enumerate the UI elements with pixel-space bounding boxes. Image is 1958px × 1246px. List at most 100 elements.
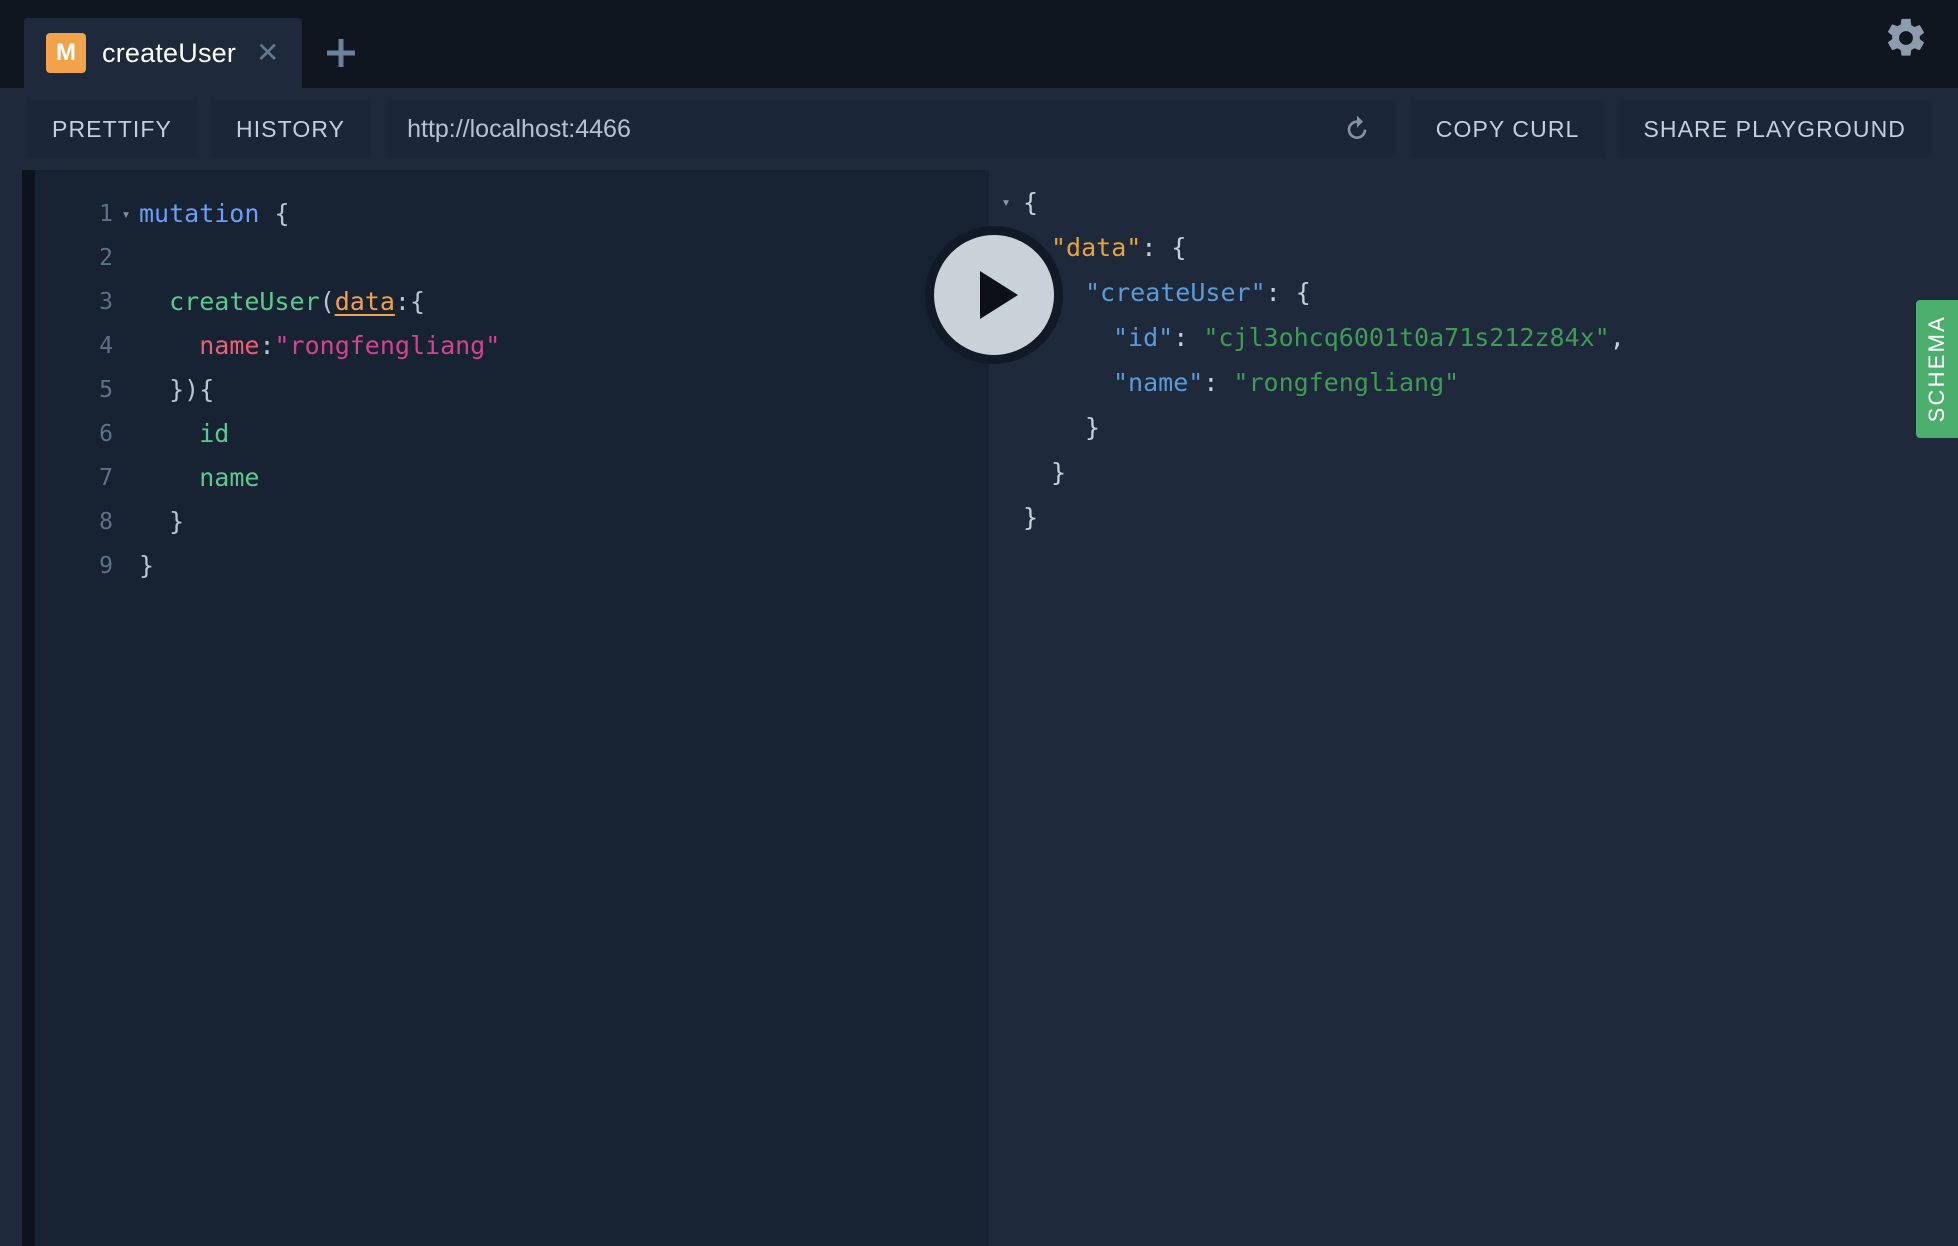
response-line: }	[989, 405, 1958, 450]
editor-line: 6 id	[57, 412, 989, 456]
line-number: 2	[99, 245, 113, 271]
code-token: "rongfengliang"	[274, 331, 501, 360]
code-token: }	[139, 507, 185, 536]
editor-line: 8 }	[57, 500, 989, 544]
tab-createUser[interactable]: M createUser ✕	[24, 18, 302, 88]
code-token: (	[319, 287, 335, 316]
line-content: }	[139, 500, 989, 544]
line-content: }){	[139, 368, 989, 412]
line-number: 6	[99, 421, 113, 447]
graphql-playground-window: M createUser ✕ PRETTIFY HISTORY http://l…	[0, 0, 1958, 1246]
tab-bar: M createUser ✕	[0, 0, 1958, 88]
line-number: 3	[99, 289, 113, 315]
code-token: :	[259, 331, 275, 360]
left-rail	[0, 170, 22, 1246]
reload-schema-button[interactable]	[1340, 112, 1374, 146]
settings-button[interactable]	[1880, 12, 1932, 64]
response-token: }	[1085, 412, 1101, 442]
left-rail-divider	[22, 170, 35, 1246]
line-number: 7	[99, 465, 113, 491]
code-token: mutation	[139, 199, 275, 228]
response-token: "cjl3ohcq6001t0a71s212z84x"	[1203, 322, 1610, 352]
code-token: id	[199, 419, 230, 448]
response-token: }	[1051, 457, 1067, 487]
fold-toggle-icon[interactable]: ▾	[989, 195, 1023, 210]
response-token: "data"	[1051, 232, 1142, 262]
response-token: "rongfengliang"	[1233, 367, 1460, 397]
response-viewer-code: ▾{▾"data": {"createUser": {"id": "cjl3oh…	[989, 170, 1958, 540]
response-token: :	[1173, 322, 1204, 352]
response-line: "id": "cjl3ohcq6001t0a71s212z84x",	[989, 315, 1958, 360]
line-number: 4	[99, 333, 113, 359]
share-playground-button[interactable]: SHARE PLAYGROUND	[1617, 100, 1932, 158]
code-token: createUser	[169, 287, 320, 316]
schema-tab-button[interactable]: SCHEMA	[1916, 300, 1958, 438]
reload-icon	[1347, 115, 1367, 139]
play-icon	[980, 271, 1018, 319]
code-token: {	[274, 199, 290, 228]
toolbar-right-group: COPY CURL SHARE PLAYGROUND	[1409, 100, 1932, 158]
toolbar: PRETTIFY HISTORY COPY CURL SHARE PLAYGRO…	[0, 88, 1958, 170]
response-line: ▾"data": {	[989, 225, 1958, 270]
plus-icon	[326, 39, 355, 67]
response-line: }	[989, 450, 1958, 495]
endpoint-url-field[interactable]	[385, 100, 1396, 158]
response-token: "id"	[1113, 322, 1174, 352]
close-icon[interactable]: ✕	[256, 39, 279, 67]
gear-icon	[1888, 18, 1924, 56]
editor-line: 2	[57, 236, 989, 280]
execute-query-button[interactable]	[925, 226, 1063, 364]
editor-line: 3 createUser(data:{	[57, 280, 989, 324]
response-token: : {	[1265, 277, 1311, 307]
response-token: ,	[1609, 322, 1625, 352]
new-tab-button[interactable]	[302, 18, 380, 88]
query-editor-pane[interactable]: 1 ▾ mutation {2 3 createUser(data:{4 name:"…	[35, 170, 989, 1246]
line-content: }	[1023, 496, 1958, 540]
line-number: 9	[99, 553, 113, 579]
code-token: :{	[394, 287, 426, 316]
line-content: "data": {	[1051, 226, 1958, 270]
tab-operation-badge: M	[46, 33, 86, 73]
query-editor-code[interactable]: 1 ▾ mutation {2 3 createUser(data:{4 name:"…	[35, 170, 989, 588]
line-number: 1	[99, 201, 113, 227]
prettify-button[interactable]: PRETTIFY	[26, 100, 198, 158]
line-content: }	[1051, 451, 1958, 495]
line-content: name	[139, 456, 989, 500]
line-content: createUser(data:{	[139, 280, 989, 324]
tab-title: createUser	[102, 37, 237, 68]
line-content: }	[139, 544, 989, 588]
schema-tab-label: SCHEMA	[1924, 315, 1949, 423]
response-token: }	[1023, 502, 1039, 532]
copy-curl-button[interactable]: COPY CURL	[1409, 100, 1606, 158]
code-token: data	[334, 287, 395, 316]
response-token: {	[1023, 187, 1039, 217]
response-token: : {	[1141, 232, 1187, 262]
history-button[interactable]: HISTORY	[209, 100, 372, 158]
line-content: name:"rongfengliang"	[139, 324, 989, 368]
response-token: "createUser"	[1085, 277, 1266, 307]
response-line: "createUser": {	[989, 270, 1958, 315]
editor-line: 5 }){	[57, 368, 989, 412]
code-token: {	[199, 375, 215, 404]
fold-toggle-icon[interactable]: ▾	[113, 206, 139, 222]
response-line: }	[989, 495, 1958, 540]
line-content: id	[139, 412, 989, 456]
response-token: :	[1203, 367, 1234, 397]
code-token: name	[199, 463, 260, 492]
code-token: })	[139, 375, 200, 404]
line-number: 8	[99, 509, 113, 535]
response-pane[interactable]: ▾{▾"data": {"createUser": {"id": "cjl3oh…	[989, 170, 1958, 1246]
response-line: ▾{	[989, 180, 1958, 225]
endpoint-url-input[interactable]	[407, 114, 1340, 144]
editor-line: 7 name	[57, 456, 989, 500]
line-content: "createUser": {	[1085, 271, 1958, 315]
editor-line: 9}	[57, 544, 989, 588]
editor-line: 4 name:"rongfengliang"	[57, 324, 989, 368]
line-content: {	[1023, 181, 1958, 225]
response-line: "name": "rongfengliang"	[989, 360, 1958, 405]
line-content: "name": "rongfengliang"	[1113, 361, 1958, 405]
